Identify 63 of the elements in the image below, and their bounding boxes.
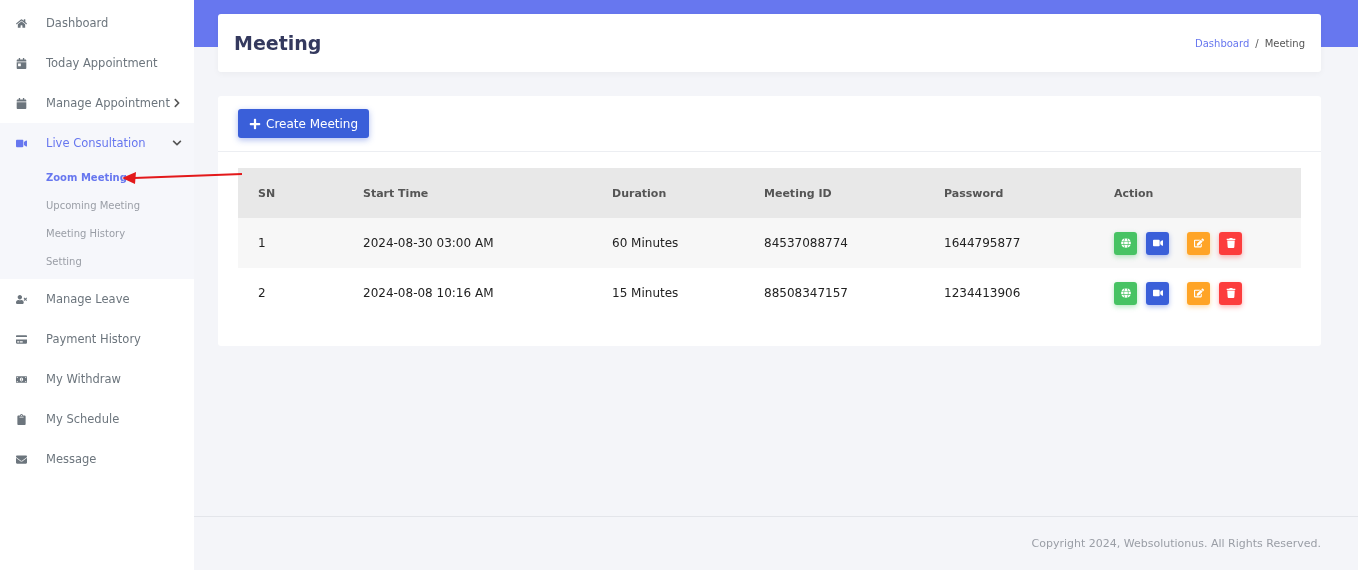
column-header: Start Time	[343, 168, 592, 218]
table-cell: 2024-08-08 10:16 AM	[343, 268, 592, 318]
sidebar-item[interactable]: Dashboard	[0, 3, 194, 43]
globe-icon	[1120, 288, 1131, 298]
video-camera-icon	[1152, 238, 1163, 248]
sidebar-icon	[16, 453, 27, 465]
video-button[interactable]	[1146, 231, 1169, 255]
sidebar-icon	[16, 17, 27, 29]
sidebar-icon	[16, 333, 27, 345]
sidebar-icon	[16, 293, 27, 305]
breadcrumb-separator: /	[1255, 37, 1259, 49]
table-cell: 1644795877	[924, 218, 1094, 268]
sidebar-icon	[16, 137, 27, 149]
submenu-item[interactable]: Zoom Meeting	[0, 163, 194, 191]
create-meeting-button[interactable]: Create Meeting	[238, 109, 370, 138]
table-cell: 2024-08-30 03:00 AM	[343, 218, 592, 268]
sidebar-icon	[16, 373, 27, 385]
submenu-item[interactable]: Upcoming Meeting	[0, 191, 194, 219]
table-cell: 60 Minutes	[592, 218, 744, 268]
submenu-item[interactable]: Setting	[0, 247, 194, 275]
table-cell: 84537088774	[744, 218, 924, 268]
sidebar-item[interactable]: Payment History	[0, 319, 194, 359]
sidebar-icon	[16, 57, 27, 69]
column-header: Action	[1094, 168, 1301, 218]
globe-button[interactable]	[1114, 281, 1137, 305]
trash-icon	[1225, 238, 1236, 248]
page-title: Meeting	[234, 32, 322, 54]
edit-icon	[1193, 238, 1204, 248]
chevron-right-icon	[172, 98, 182, 108]
sidebar-item[interactable]: Manage Appointment	[0, 83, 194, 123]
sidebar-icon	[16, 97, 27, 109]
table-cell: 2	[238, 268, 343, 318]
chevron-down-icon	[172, 138, 182, 148]
column-header: Meeting ID	[744, 168, 924, 218]
globe-icon	[1120, 238, 1131, 248]
table-cell: 1	[238, 218, 343, 268]
delete-button[interactable]	[1219, 281, 1242, 305]
sidebar-item[interactable]: Live Consultation	[0, 123, 194, 163]
edit-icon	[1193, 288, 1204, 298]
sidebar-item[interactable]: My Schedule	[0, 399, 194, 439]
column-header: Password	[924, 168, 1094, 218]
edit-button[interactable]	[1187, 281, 1210, 305]
globe-button[interactable]	[1114, 231, 1137, 255]
sidebar-item[interactable]: Today Appointment	[0, 43, 194, 83]
breadcrumb-current: Meeting	[1264, 37, 1305, 49]
column-header: SN	[238, 168, 343, 218]
sidebar-icon	[16, 413, 27, 425]
table-cell: 88508347157	[744, 268, 924, 318]
submenu-item[interactable]: Meeting History	[0, 219, 194, 247]
sidebar-item[interactable]: Manage Leave	[0, 279, 194, 319]
video-button[interactable]	[1146, 281, 1169, 305]
delete-button[interactable]	[1219, 231, 1242, 255]
column-header: Duration	[592, 168, 744, 218]
sidebar-item[interactable]: Message	[0, 439, 194, 479]
video-camera-icon	[1152, 288, 1163, 298]
trash-icon	[1225, 288, 1236, 298]
plus-icon	[249, 117, 261, 130]
table-cell: 1234413906	[924, 268, 1094, 318]
sidebar-item[interactable]: My Withdraw	[0, 359, 194, 399]
breadcrumb-link[interactable]: Dashboard	[1195, 37, 1250, 49]
edit-button[interactable]	[1187, 231, 1210, 255]
table-cell: 15 Minutes	[592, 268, 744, 318]
copyright-text: Copyright 2024, Websolutionus. All Rights Reserved.	[1031, 537, 1321, 550]
